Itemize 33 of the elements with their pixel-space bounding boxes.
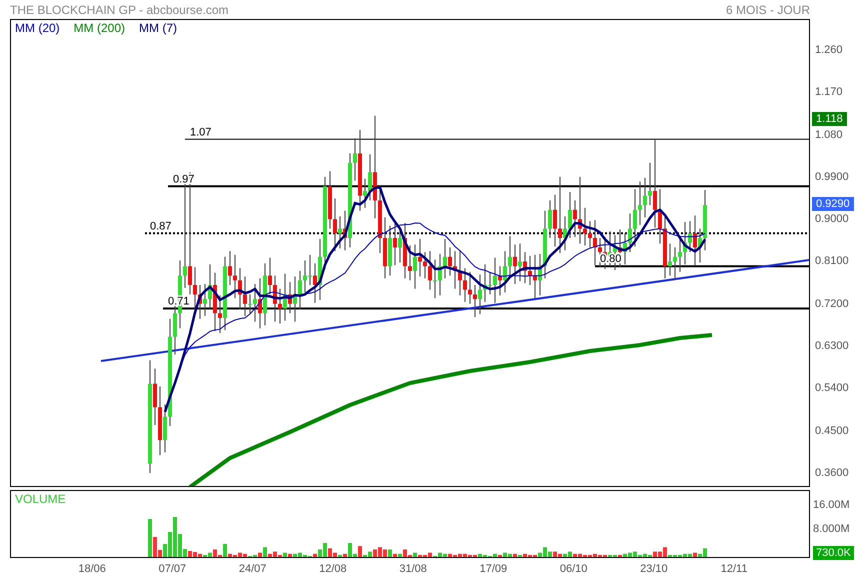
price-axis-label: 1.080: [815, 128, 844, 142]
volume-axis-label: 16.00M: [813, 498, 851, 512]
high-price-badge: 1.118: [812, 112, 847, 126]
date-axis-label: 12/08: [318, 563, 348, 575]
chart-title: THE BLOCKCHAIN GP - abcbourse.com: [10, 2, 229, 16]
volume-badge: 730.0K: [813, 546, 854, 560]
date-axis-label: 18/06: [77, 563, 107, 575]
price-axis-label: 0.5400: [815, 381, 850, 396]
date-axis-label: 07/07: [158, 563, 188, 575]
price-axis-label: 0.9000: [815, 212, 850, 226]
date-axis-label: 12/11: [720, 563, 748, 575]
price-axis-label: 0.4500: [815, 424, 850, 438]
legend-label: MM (200): [74, 21, 126, 35]
volume-axis-label: 8.000M: [813, 522, 851, 536]
price-axis-label: 0.7200: [815, 296, 850, 311]
last-price-badge: 0.9290: [812, 197, 854, 211]
price-axis-label: 0.8100: [815, 254, 850, 268]
price-axis-label: 0.9900: [815, 170, 850, 184]
legend-label: MM (20): [15, 21, 60, 35]
date-axis-label: 17/09: [478, 563, 508, 575]
price-axis-label: 1.170: [815, 85, 844, 100]
date-axis-label: 31/08: [398, 563, 428, 575]
volume-title: VOLUME: [15, 492, 66, 506]
legend-label: MM (7): [139, 21, 178, 35]
price-axis-label: 0.6300: [815, 339, 850, 354]
price-axis-label: 0.3600: [815, 466, 850, 480]
date-axis-label: 23/10: [639, 563, 669, 575]
date-axis-label: 24/07: [238, 563, 268, 575]
period-label: 6 MOIS - JOUR: [726, 2, 810, 16]
level-label: 1.07: [190, 126, 212, 138]
price-axis-label: 1.260: [815, 43, 844, 57]
level-label: 0.87: [150, 220, 172, 232]
date-axis-label: 06/10: [558, 563, 588, 575]
